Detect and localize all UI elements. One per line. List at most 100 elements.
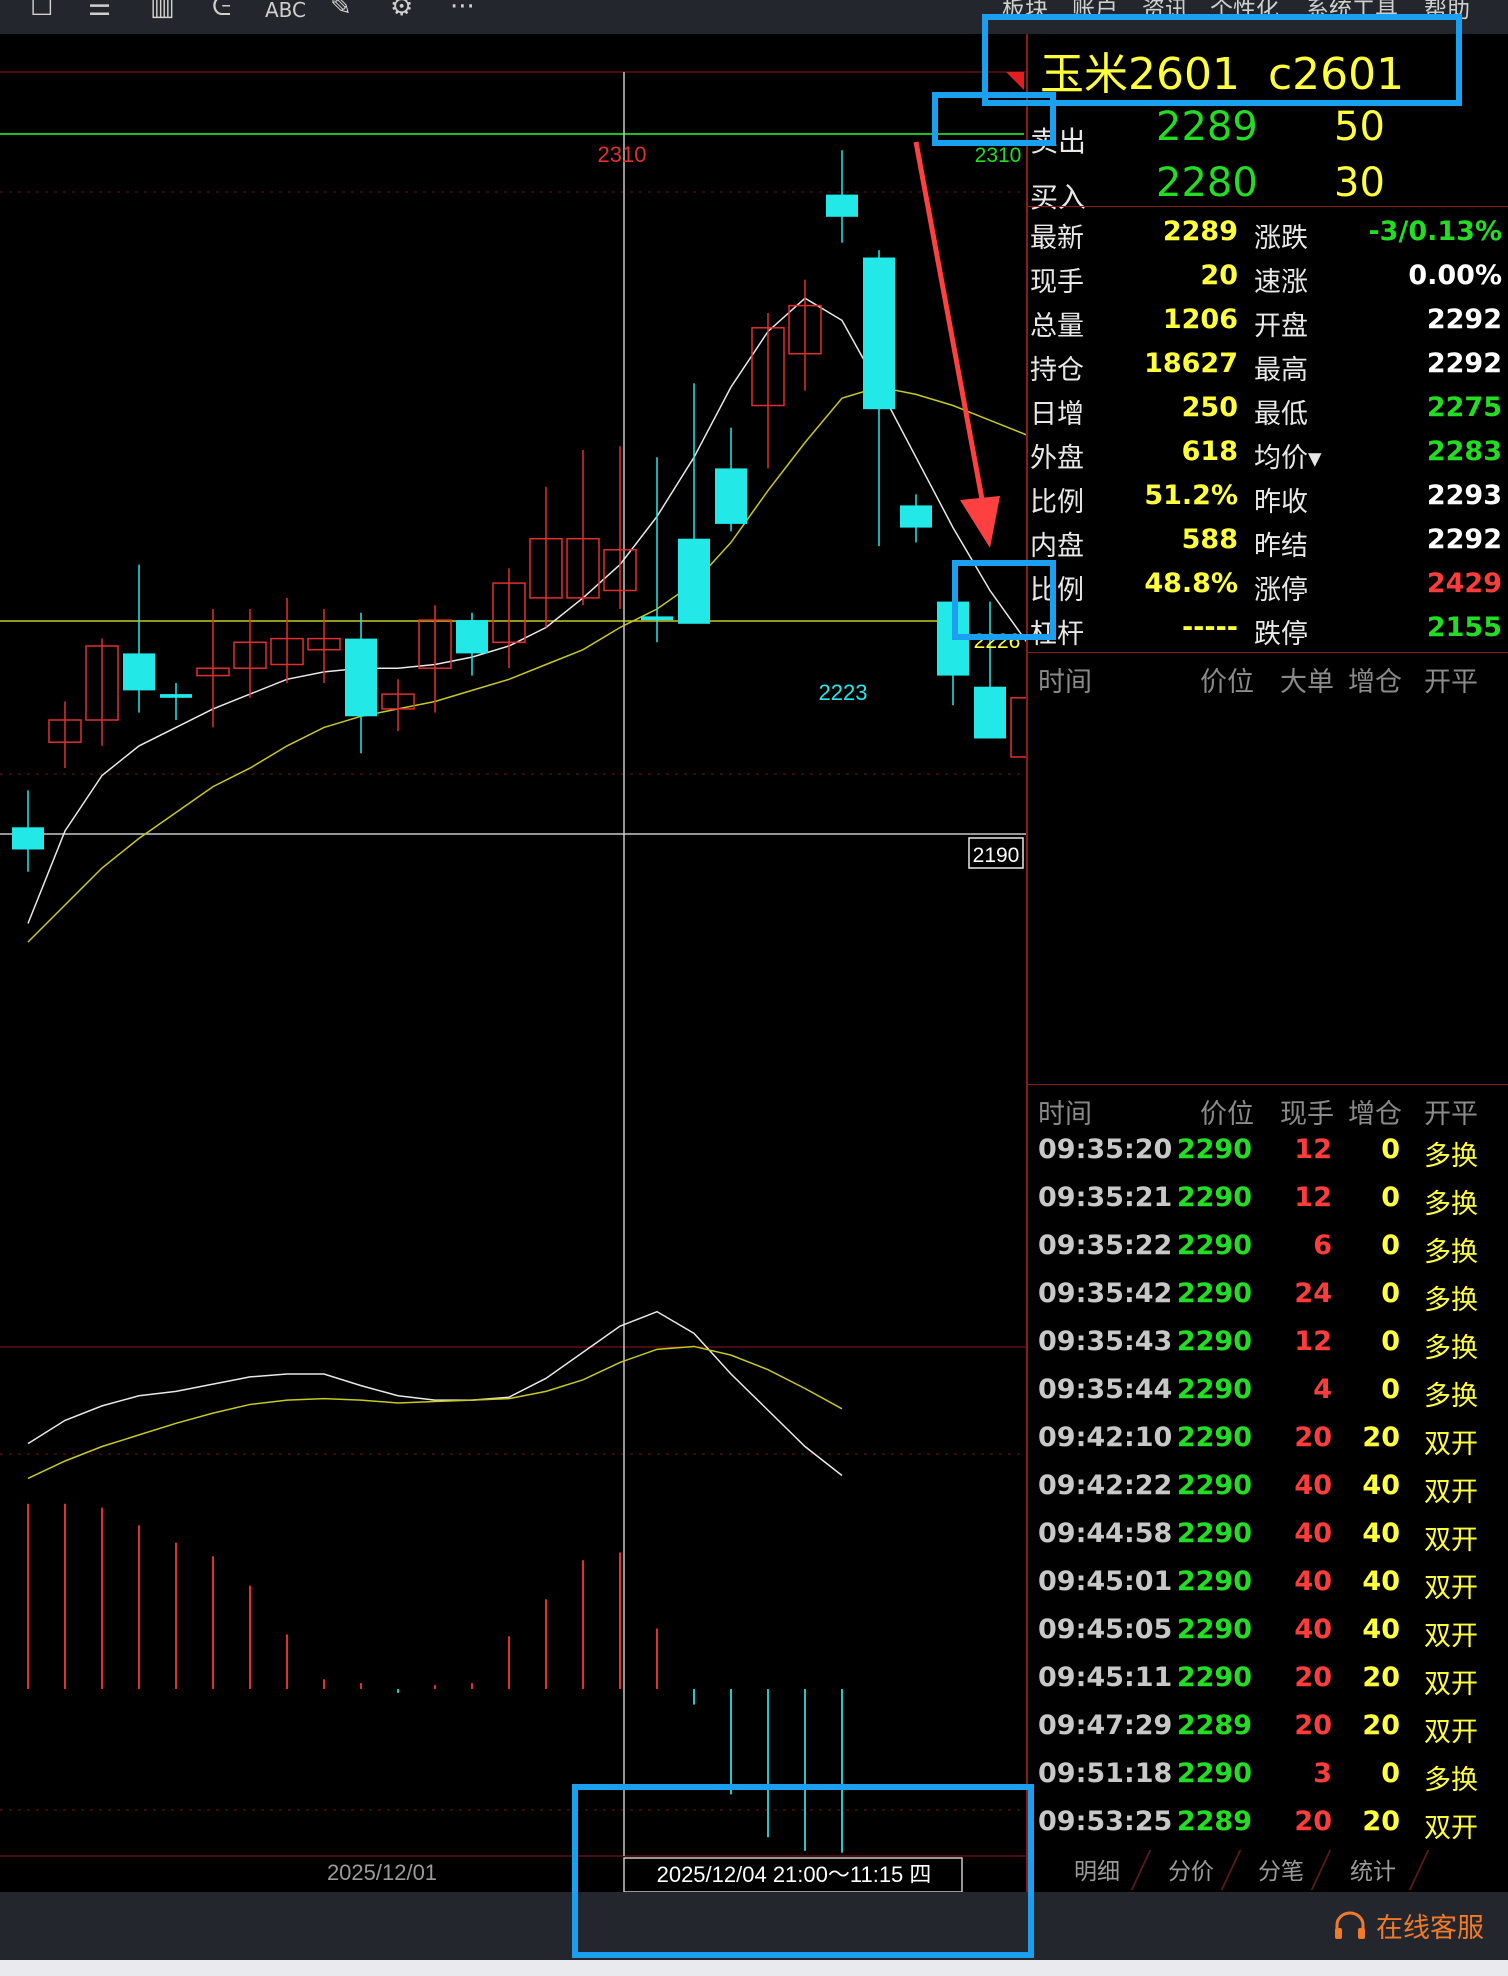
kline-chart[interactable]: 231022232310222621902025/12/01 2025/12/04… <box>0 34 1026 1892</box>
trade-row[interactable]: 09:42:10 2290 20 20 双开 <box>1028 1416 1508 1464</box>
tab-statistics[interactable]: 统计 <box>1350 1852 1396 1886</box>
trade-row[interactable]: 09:45:01 2290 40 40 双开 <box>1028 1560 1508 1608</box>
stat-value: 2293 <box>1426 480 1502 511</box>
candle-body <box>456 620 488 654</box>
taskbar-strip <box>0 1960 1508 1976</box>
stat-value: 2292 <box>1426 348 1502 379</box>
trade-type: 多换 <box>1424 1141 1478 1172</box>
trade-type: 双开 <box>1424 1525 1478 1556</box>
pen-icon[interactable]: ✎ <box>330 0 352 22</box>
online-service-label: 在线客服 <box>1376 1913 1484 1944</box>
more-icon[interactable]: ··· <box>450 0 475 22</box>
trade-price: 2289 <box>1176 1710 1252 1741</box>
trade-type: 双开 <box>1424 1429 1478 1460</box>
candle-body <box>1010 697 1026 758</box>
trade-type: 双开 <box>1424 1669 1478 1700</box>
gear-icon[interactable]: ⚙ <box>390 0 413 22</box>
stat-value: ----- <box>1181 612 1238 643</box>
trade-row[interactable]: 09:35:43 2290 12 0 多换 <box>1028 1320 1508 1368</box>
quote-panel: 玉米2601 c2601 卖出 2289 50 买入 2280 30 最新 2289… <box>1026 34 1508 1892</box>
online-service-button[interactable]: 在线客服 <box>1333 1906 1484 1945</box>
trade-row[interactable]: 09:45:05 2290 40 40 双开 <box>1028 1608 1508 1656</box>
kline-chart-area[interactable]: 2310 2223 2310 2226 2190 2025/12/01 2025/12/04… <box>0 34 1026 1892</box>
header-time: 时间 <box>1038 667 1092 698</box>
stat-label: 总量 <box>1030 311 1084 342</box>
candle-body <box>641 616 673 621</box>
stat-row: 内盘 588 昨结 2292 <box>1028 518 1508 562</box>
header-open-close: 开平 <box>1424 667 1478 698</box>
trade-time: 09:35:44 <box>1038 1374 1173 1405</box>
trade-volume: 20 <box>1294 1422 1332 1453</box>
trade-price: 2290 <box>1176 1614 1252 1645</box>
trade-oi-change: 20 <box>1362 1710 1400 1741</box>
buy-qty: 30 <box>1334 160 1385 206</box>
osc-fast-line <box>27 1310 843 1477</box>
candle-body <box>12 827 44 850</box>
trade-type: 双开 <box>1424 1813 1478 1844</box>
candle-body <box>974 686 1006 739</box>
trade-row[interactable]: 09:35:44 2290 4 0 多换 <box>1028 1368 1508 1416</box>
stat-value: 618 <box>1181 436 1238 467</box>
trade-price: 2289 <box>1176 1806 1252 1837</box>
trade-row[interactable]: 09:35:42 2290 24 0 多换 <box>1028 1272 1508 1320</box>
trade-time: 09:35:22 <box>1038 1230 1173 1261</box>
trade-price: 2290 <box>1176 1230 1252 1261</box>
low-price-label: 2223 <box>819 680 868 705</box>
trade-price: 2290 <box>1176 1422 1252 1453</box>
trade-row[interactable]: 09:35:22 2290 6 0 多换 <box>1028 1224 1508 1272</box>
stat-row: 杠杆 ----- 跌停 2155 <box>1028 606 1508 650</box>
stat-row: 比例 48.8% 涨停 2429 <box>1028 562 1508 606</box>
sell-quote[interactable]: 卖出 2289 50 <box>1028 104 1508 160</box>
stat-label: 外盘 <box>1030 443 1084 474</box>
column-icon[interactable]: ᕮ <box>212 0 231 23</box>
trade-oi-change: 0 <box>1381 1182 1400 1213</box>
trade-volume: 24 <box>1294 1278 1332 1309</box>
trade-volume: 20 <box>1294 1806 1332 1837</box>
buy-quote[interactable]: 买入 2280 30 <box>1028 160 1508 216</box>
divider <box>1028 1084 1508 1085</box>
trade-oi-change: 40 <box>1362 1470 1400 1501</box>
header-open-close: 开平 <box>1424 1099 1478 1130</box>
trade-row[interactable]: 09:45:11 2290 20 20 双开 <box>1028 1656 1508 1704</box>
trade-row[interactable]: 09:47:29 2289 20 20 双开 <box>1028 1704 1508 1752</box>
list-icon[interactable]: ☰ <box>88 0 111 22</box>
header-price: 价位 <box>1200 1099 1254 1130</box>
stat-value: 20 <box>1200 260 1238 291</box>
trade-type: 多换 <box>1424 1189 1478 1220</box>
candle-body <box>123 653 155 691</box>
trade-volume: 12 <box>1294 1182 1332 1213</box>
tab-tick-split[interactable]: 分笔 <box>1258 1852 1304 1886</box>
tab-price-split[interactable]: 分价 <box>1168 1852 1214 1886</box>
stat-value: -3/0.13% <box>1368 216 1502 247</box>
trade-row[interactable]: 09:51:18 2290 3 0 多换 <box>1028 1752 1508 1800</box>
header-oi-change: 增仓 <box>1348 667 1402 698</box>
square-icon[interactable]: ☐ <box>30 0 53 22</box>
trade-price: 2290 <box>1176 1662 1252 1693</box>
date-label: 2025/12/01 <box>327 1860 437 1885</box>
trade-row[interactable]: 09:44:58 2290 40 40 双开 <box>1028 1512 1508 1560</box>
sell-price: 2289 <box>1156 104 1258 150</box>
trade-volume: 40 <box>1294 1566 1332 1597</box>
tab-detail[interactable]: 明细 <box>1074 1852 1120 1886</box>
header-time: 时间 <box>1038 1099 1092 1130</box>
candle-body <box>826 194 858 217</box>
trade-oi-change: 40 <box>1362 1518 1400 1549</box>
trade-time: 09:53:25 <box>1038 1806 1173 1837</box>
bar-chart-icon[interactable]: ▥ <box>150 0 175 22</box>
trade-price: 2290 <box>1176 1182 1252 1213</box>
trade-row[interactable]: 09:35:20 2290 12 0 多换 <box>1028 1128 1508 1176</box>
trade-row[interactable]: 09:53:25 2289 20 20 双开 <box>1028 1800 1508 1848</box>
trade-oi-change: 0 <box>1381 1374 1400 1405</box>
trade-type: 多换 <box>1424 1765 1478 1796</box>
buy-price: 2280 <box>1156 160 1258 206</box>
trade-price: 2290 <box>1176 1326 1252 1357</box>
crosshair-price-label: 2190 <box>973 844 1020 867</box>
stat-value: 2275 <box>1426 392 1502 423</box>
trade-time: 09:42:22 <box>1038 1470 1173 1501</box>
trade-row[interactable]: 09:35:21 2290 12 0 多换 <box>1028 1176 1508 1224</box>
tab-divider <box>1310 1850 1332 1890</box>
trade-row[interactable]: 09:42:22 2290 40 40 双开 <box>1028 1464 1508 1512</box>
candle-body <box>160 694 192 698</box>
abc-icon[interactable]: ABC <box>265 0 306 22</box>
trade-price: 2290 <box>1176 1374 1252 1405</box>
